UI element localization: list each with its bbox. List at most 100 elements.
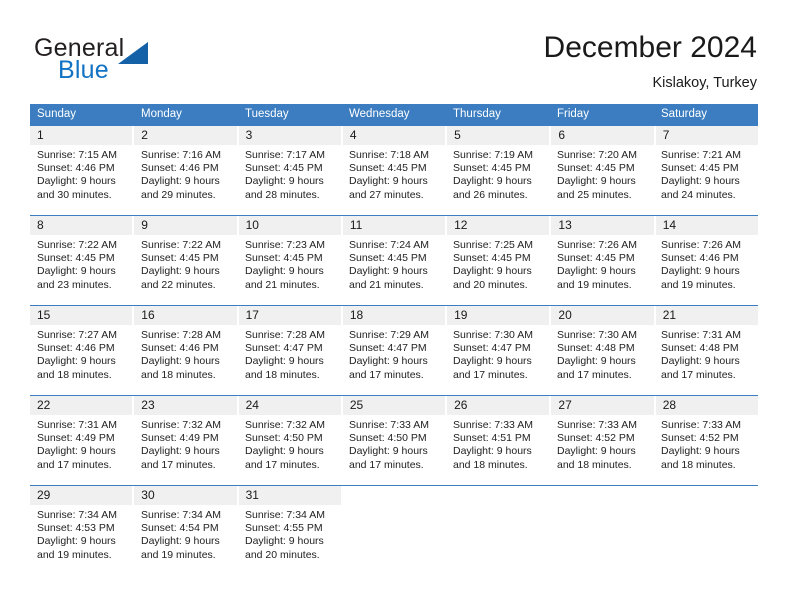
day-cell: Sunrise: 7:26 AM Sunset: 4:45 PM Dayligh… — [550, 235, 654, 305]
daylight-text-line1: Daylight: 9 hours — [453, 175, 532, 188]
day-cell: Sunrise: 7:33 AM Sunset: 4:50 PM Dayligh… — [342, 415, 446, 485]
daylight-text-line1: Daylight: 9 hours — [37, 445, 116, 458]
sunset-text: Sunset: 4:47 PM — [245, 342, 323, 355]
sunrise-text: Sunrise: 7:17 AM — [245, 149, 325, 161]
daylight-text-line2: and 19 minutes. — [37, 548, 112, 561]
sunrise-text: Sunrise: 7:31 AM — [37, 419, 117, 431]
week-daynumber-band: 29 30 31 — [30, 486, 758, 505]
general-blue-logo[interactable]: General Blue — [34, 34, 224, 86]
sunrise-text: Sunrise: 7:28 AM — [245, 329, 325, 341]
daylight-text-line2: and 26 minutes. — [453, 188, 528, 201]
daylight-text-line2: and 18 minutes. — [245, 368, 320, 381]
sunset-text: Sunset: 4:53 PM — [37, 522, 115, 535]
day-number[interactable]: 8 — [30, 216, 133, 235]
sunrise-text: Sunrise: 7:34 AM — [141, 509, 221, 521]
weekday-header-row: Sunday Monday Tuesday Wednesday Thursday… — [30, 104, 758, 125]
day-number[interactable]: 11 — [342, 216, 446, 235]
sunset-text: Sunset: 4:45 PM — [349, 252, 427, 265]
sunset-text: Sunset: 4:46 PM — [141, 342, 219, 355]
daylight-text-line2: and 17 minutes. — [661, 368, 736, 381]
day-number[interactable]: 10 — [238, 216, 341, 235]
week-detail-band: Sunrise: 7:22 AM Sunset: 4:45 PM Dayligh… — [30, 235, 758, 305]
daylight-text-line2: and 19 minutes. — [141, 548, 216, 561]
daylight-text-line1: Daylight: 9 hours — [245, 175, 324, 188]
day-number[interactable]: 15 — [30, 306, 133, 325]
day-number[interactable]: 2 — [134, 126, 237, 145]
daylight-text-line1: Daylight: 9 hours — [245, 445, 324, 458]
sunset-text: Sunset: 4:48 PM — [557, 342, 635, 355]
day-number[interactable]: 20 — [551, 306, 654, 325]
day-number[interactable]: 5 — [447, 126, 550, 145]
calendar-week-row: 15 16 17 18 19 20 21 Sunrise: 7:27 AM Su… — [30, 305, 758, 395]
day-number[interactable]: 7 — [655, 126, 758, 145]
day-number[interactable]: 1 — [30, 126, 133, 145]
day-cell: Sunrise: 7:21 AM Sunset: 4:45 PM Dayligh… — [654, 145, 758, 215]
day-number[interactable]: 12 — [447, 216, 550, 235]
calendar-week-row: 1 2 3 4 5 6 7 Sunrise: 7:15 AM Sunset: 4… — [30, 125, 758, 215]
day-number[interactable]: 30 — [134, 486, 237, 505]
logo-text-blue: Blue — [58, 56, 109, 84]
day-number[interactable]: 3 — [238, 126, 341, 145]
day-cell: Sunrise: 7:17 AM Sunset: 4:45 PM Dayligh… — [238, 145, 342, 215]
weekday-header-sunday: Sunday — [37, 108, 77, 120]
sunrise-text: Sunrise: 7:19 AM — [453, 149, 533, 161]
daylight-text-line2: and 18 minutes. — [141, 368, 216, 381]
daylight-text-line2: and 29 minutes. — [141, 188, 216, 201]
day-cell: Sunrise: 7:22 AM Sunset: 4:45 PM Dayligh… — [134, 235, 238, 305]
daylight-text-line2: and 25 minutes. — [557, 188, 632, 201]
day-number[interactable]: 27 — [551, 396, 654, 415]
sunrise-text: Sunrise: 7:15 AM — [37, 149, 117, 161]
day-number[interactable]: 21 — [655, 306, 758, 325]
day-cell: Sunrise: 7:27 AM Sunset: 4:46 PM Dayligh… — [30, 325, 134, 395]
day-cell: Sunrise: 7:26 AM Sunset: 4:46 PM Dayligh… — [654, 235, 758, 305]
day-number[interactable]: 23 — [134, 396, 237, 415]
daylight-text-line2: and 22 minutes. — [141, 278, 216, 291]
sunrise-text: Sunrise: 7:18 AM — [349, 149, 429, 161]
day-number[interactable]: 25 — [342, 396, 446, 415]
daylight-text-line2: and 18 minutes. — [453, 458, 528, 471]
sunrise-text: Sunrise: 7:32 AM — [245, 419, 325, 431]
day-number[interactable]: 6 — [551, 126, 654, 145]
day-number[interactable]: 29 — [30, 486, 133, 505]
day-number[interactable]: 13 — [551, 216, 654, 235]
weekday-header-wednesday: Wednesday — [349, 108, 410, 120]
sunrise-text: Sunrise: 7:34 AM — [37, 509, 117, 521]
day-number[interactable]: 24 — [238, 396, 341, 415]
daylight-text-line1: Daylight: 9 hours — [661, 445, 740, 458]
daylight-text-line1: Daylight: 9 hours — [141, 265, 220, 278]
sunset-text: Sunset: 4:48 PM — [661, 342, 739, 355]
day-number[interactable]: 19 — [447, 306, 550, 325]
daylight-text-line1: Daylight: 9 hours — [557, 175, 636, 188]
day-number[interactable]: 26 — [447, 396, 550, 415]
day-cell-empty — [446, 505, 550, 575]
sunset-text: Sunset: 4:46 PM — [37, 162, 115, 175]
day-number[interactable]: 17 — [238, 306, 341, 325]
sunset-text: Sunset: 4:47 PM — [349, 342, 427, 355]
day-number[interactable]: 22 — [30, 396, 133, 415]
day-cell: Sunrise: 7:31 AM Sunset: 4:48 PM Dayligh… — [654, 325, 758, 395]
daylight-text-line1: Daylight: 9 hours — [245, 535, 324, 548]
sunrise-text: Sunrise: 7:27 AM — [37, 329, 117, 341]
week-detail-band: Sunrise: 7:27 AM Sunset: 4:46 PM Dayligh… — [30, 325, 758, 395]
sunrise-text: Sunrise: 7:32 AM — [141, 419, 221, 431]
day-number[interactable]: 18 — [342, 306, 446, 325]
sunrise-text: Sunrise: 7:33 AM — [557, 419, 637, 431]
day-number[interactable]: 14 — [655, 216, 758, 235]
day-number[interactable]: 28 — [655, 396, 758, 415]
day-number[interactable]: 16 — [134, 306, 237, 325]
daylight-text-line1: Daylight: 9 hours — [661, 355, 740, 368]
day-number-empty — [551, 486, 654, 505]
day-number[interactable]: 9 — [134, 216, 237, 235]
daylight-text-line1: Daylight: 9 hours — [661, 265, 740, 278]
title-block: December 2024 Kislakoy, Turkey — [544, 30, 757, 93]
day-number[interactable]: 4 — [342, 126, 446, 145]
daylight-text-line1: Daylight: 9 hours — [141, 175, 220, 188]
day-cell: Sunrise: 7:30 AM Sunset: 4:47 PM Dayligh… — [446, 325, 550, 395]
day-number[interactable]: 31 — [238, 486, 341, 505]
daylight-text-line2: and 17 minutes. — [349, 368, 424, 381]
day-cell: Sunrise: 7:32 AM Sunset: 4:50 PM Dayligh… — [238, 415, 342, 485]
sunset-text: Sunset: 4:45 PM — [453, 162, 531, 175]
daylight-text-line2: and 18 minutes. — [557, 458, 632, 471]
day-cell: Sunrise: 7:19 AM Sunset: 4:45 PM Dayligh… — [446, 145, 550, 215]
day-cell: Sunrise: 7:23 AM Sunset: 4:45 PM Dayligh… — [238, 235, 342, 305]
